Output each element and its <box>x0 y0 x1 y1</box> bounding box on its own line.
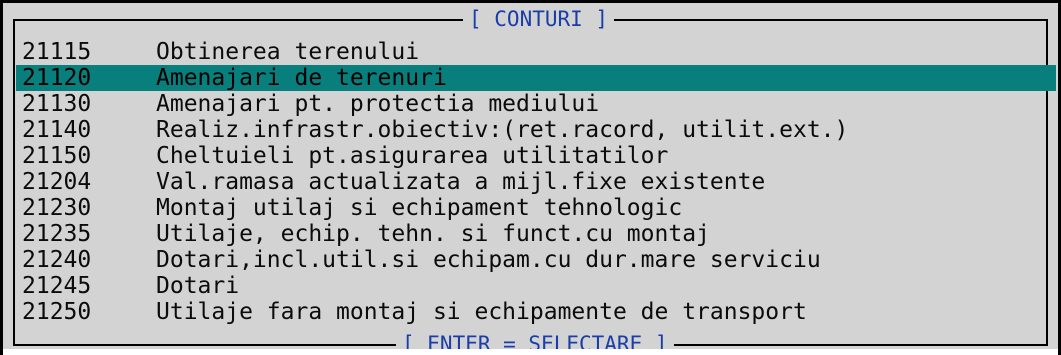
account-code: 21120 <box>22 65 92 91</box>
account-name: Utilaje fara montaj si echipamente de tr… <box>156 299 807 325</box>
account-row[interactable]: 21250 Utilaje fara montaj si echipamente … <box>16 299 1056 325</box>
account-name: Amenajari de terenuri <box>156 65 447 91</box>
account-name: Dotari <box>156 273 240 299</box>
account-code: 21240 <box>22 247 92 273</box>
bottom-strip <box>3 349 1058 355</box>
account-name: Amenajari pt. protectia mediului <box>156 91 600 117</box>
account-code: 21230 <box>22 195 92 221</box>
account-name: Realiz.infrastr.obiectiv:(ret.racord, ut… <box>156 117 849 143</box>
account-row-selected[interactable]: 21120 Amenajari de terenuri <box>16 65 1056 91</box>
account-name: Utilaje, echip. tehn. si funct.cu montaj <box>156 221 710 247</box>
account-name: Obtinerea terenului <box>156 39 420 65</box>
frame-left-line <box>13 19 15 346</box>
accounts-list[interactable]: 21115 Obtinerea terenului 21120 Amenajari d… <box>16 39 1056 325</box>
account-name: Val.ramasa actualizata a mijl.fixe exist… <box>156 169 766 195</box>
account-code: 21245 <box>22 273 92 299</box>
account-row[interactable]: 21230 Montaj utilaj si echipament tehnolo… <box>16 195 1056 221</box>
account-name: Cheltuieli pt.asigurarea utilitatilor <box>156 143 669 169</box>
account-code: 21130 <box>22 91 92 117</box>
account-row[interactable]: 21235 Utilaje, echip. tehn. si funct.cu m… <box>16 221 1056 247</box>
account-row[interactable]: 21130 Amenajari pt. protectia mediului <box>16 91 1056 117</box>
account-name: Montaj utilaj si echipament tehnologic <box>156 195 683 221</box>
window-title: [ CONTURI ] <box>463 7 615 31</box>
account-row[interactable]: 21245 Dotari <box>16 273 1056 299</box>
accounts-window: [ CONTURI ] 21115 Obtinerea terenului 2112… <box>0 0 1061 355</box>
account-code: 21115 <box>22 39 92 65</box>
account-code: 21250 <box>22 299 92 325</box>
account-code: 21204 <box>22 169 92 195</box>
account-code: 21150 <box>22 143 92 169</box>
account-row[interactable]: 21150 Cheltuieli pt.asigurarea utilitatil… <box>16 143 1056 169</box>
account-row[interactable]: 21140 Realiz.infrastr.obiectiv:(ret.racor… <box>16 117 1056 143</box>
account-name: Dotari,incl.util.si echipam.cu dur.mare … <box>156 247 821 273</box>
account-code: 21140 <box>22 117 92 143</box>
account-row[interactable]: 21115 Obtinerea terenului <box>16 39 1056 65</box>
account-row[interactable]: 21204 Val.ramasa actualizata a mijl.fixe … <box>16 169 1056 195</box>
account-row[interactable]: 21240 Dotari,incl.util.si echipam.cu dur.… <box>16 247 1056 273</box>
account-code: 21235 <box>22 221 92 247</box>
